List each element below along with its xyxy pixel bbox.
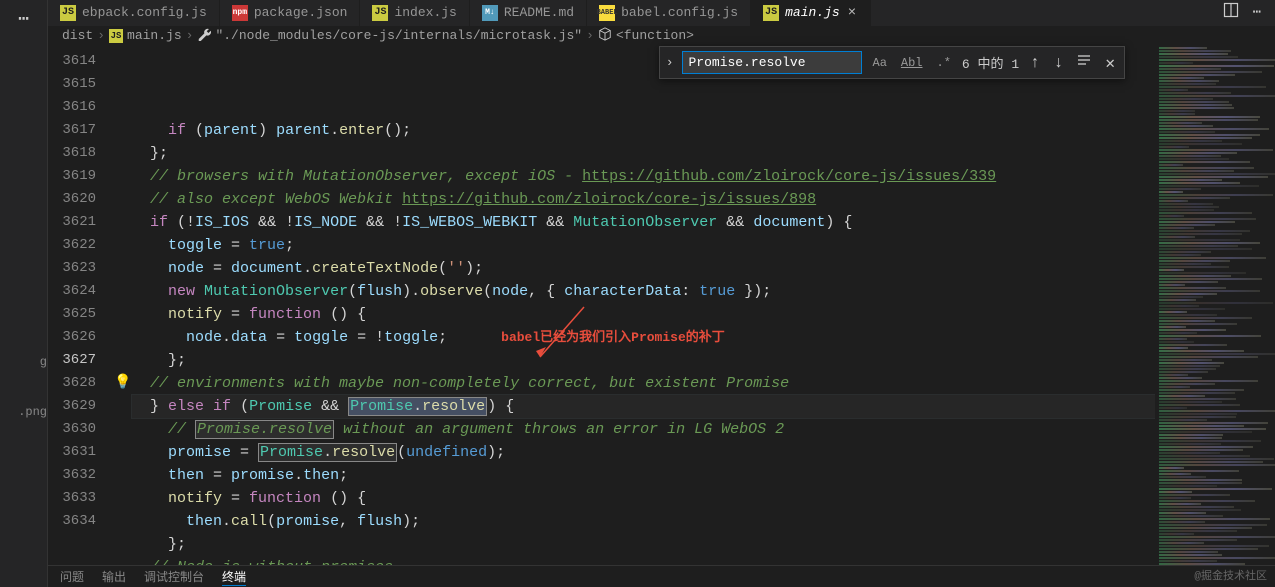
find-expand-icon[interactable]: ›	[666, 55, 674, 70]
wrench-icon	[197, 27, 211, 45]
tab-index-js[interactable]: JS index.js	[360, 0, 469, 26]
code-line[interactable]: // Promise.resolve without an argument t…	[132, 418, 1155, 441]
tab-actions: ⋯	[1209, 0, 1275, 26]
panel-tab-1[interactable]: 输出	[102, 568, 126, 585]
lightbulb-icon[interactable]: 💡	[114, 372, 131, 395]
tab-label: README.md	[504, 5, 574, 20]
find-input[interactable]	[682, 51, 862, 74]
code-line[interactable]: node = document.createTextNode('');	[132, 257, 1155, 280]
code-line[interactable]: if (parent) parent.enter();	[132, 119, 1155, 142]
panel-tab-0[interactable]: 问题	[60, 568, 84, 585]
breadcrumb-symbol[interactable]: <function>	[616, 28, 694, 43]
cube-icon	[598, 27, 612, 45]
split-editor-icon[interactable]	[1223, 2, 1239, 23]
tab-main-js[interactable]: JS main.js ×	[751, 0, 871, 26]
more-actions-icon[interactable]: ⋯	[1253, 4, 1261, 21]
code-line[interactable]: };	[132, 349, 1155, 372]
code-line[interactable]: then.call(promise, flush);	[132, 510, 1155, 533]
match-word-icon[interactable]: Abl	[898, 54, 926, 72]
tab-label: ebpack.config.js	[82, 5, 207, 20]
code-line[interactable]: promise = Promise.resolve(undefined);	[132, 441, 1155, 464]
close-icon[interactable]: ×	[846, 5, 858, 21]
js-icon: JS	[763, 5, 779, 21]
find-prev-icon[interactable]: ↑	[1027, 54, 1043, 72]
annotation-text: babel已经为我们引入Promise的补丁	[501, 330, 725, 345]
overflow-icon[interactable]: ⋯	[0, 8, 47, 30]
tab-package-json[interactable]: npm package.json	[220, 0, 361, 26]
explorer-fragment-2: .png	[18, 405, 47, 419]
find-close-icon[interactable]: ✕	[1102, 53, 1118, 73]
find-count: 6 中的 1	[962, 53, 1019, 72]
code-line[interactable]: };	[132, 533, 1155, 556]
code-line[interactable]: if (!IS_IOS && !IS_NODE && !IS_WEBOS_WEB…	[132, 211, 1155, 234]
minimap[interactable]	[1155, 46, 1275, 587]
code-line[interactable]: new MutationObserver(flush).observe(node…	[132, 280, 1155, 303]
breadcrumb-folder[interactable]: dist	[62, 28, 93, 43]
tab-label: main.js	[785, 5, 840, 20]
explorer-fragment-1: g	[40, 355, 47, 369]
js-icon: JS	[109, 29, 123, 43]
code-line[interactable]: 💡 // environments with maybe non-complet…	[132, 372, 1155, 395]
panel-tab-2[interactable]: 调试控制台	[144, 568, 204, 585]
breadcrumb-file[interactable]: main.js	[127, 28, 182, 43]
find-next-icon[interactable]: ↓	[1051, 54, 1067, 72]
regex-icon[interactable]: .*	[934, 54, 954, 72]
code-line[interactable]: then = promise.then;	[132, 464, 1155, 487]
code-line[interactable]: toggle = true;	[132, 234, 1155, 257]
fold-column	[118, 46, 132, 587]
code-line[interactable]: } else if (Promise && Promise.resolve) {	[132, 395, 1155, 418]
match-case-icon[interactable]: Aa	[870, 54, 890, 72]
code-line[interactable]: notify = function () {	[132, 487, 1155, 510]
activity-bar: ⋯ g .png	[0, 0, 48, 587]
js-icon: JS	[372, 5, 388, 21]
panel-tabs: 问题 输出 调试控制台 终端	[48, 565, 1275, 587]
code-line[interactable]: };	[132, 142, 1155, 165]
editor-tabs: JS ebpack.config.js npm package.json JS index…	[48, 0, 1275, 26]
code-line[interactable]: node.data = toggle = !toggle; babel已经为我们…	[132, 326, 1155, 349]
panel-tab-3[interactable]: 终端	[222, 568, 246, 586]
tab-label: package.json	[254, 5, 348, 20]
watermark: @掘金技术社区	[1194, 567, 1267, 583]
code-line[interactable]: // also except WebOS Webkit https://gith…	[132, 188, 1155, 211]
js-icon: JS	[60, 5, 76, 21]
code-line[interactable]: notify = function () {	[132, 303, 1155, 326]
find-widget: › Aa Abl .* 6 中的 1 ↑ ↓ ✕	[659, 46, 1125, 79]
code-area[interactable]: if (parent) parent.enter(); }; // browse…	[132, 46, 1155, 587]
tab-ebpack-config-js[interactable]: JS ebpack.config.js	[48, 0, 220, 26]
tab-README-md[interactable]: M↓ README.md	[470, 0, 587, 26]
tab-label: index.js	[394, 5, 456, 20]
editor[interactable]: 3614361536163617361836193620362136223623…	[48, 46, 1275, 587]
find-selection-icon[interactable]	[1074, 53, 1094, 72]
npm-icon: npm	[232, 5, 248, 21]
breadcrumb-path[interactable]: "./node_modules/core-js/internals/microt…	[215, 28, 582, 43]
tab-label: babel.config.js	[621, 5, 738, 20]
code-line[interactable]: // browsers with MutationObserver, excep…	[132, 165, 1155, 188]
breadcrumb[interactable]: dist › JS main.js › "./node_modules/core…	[48, 26, 1275, 46]
md-icon: M↓	[482, 5, 498, 21]
babel-icon: BABEL	[599, 5, 615, 21]
tab-babel-config-js[interactable]: BABEL babel.config.js	[587, 0, 751, 26]
line-gutter: 3614361536163617361836193620362136223623…	[48, 46, 118, 587]
